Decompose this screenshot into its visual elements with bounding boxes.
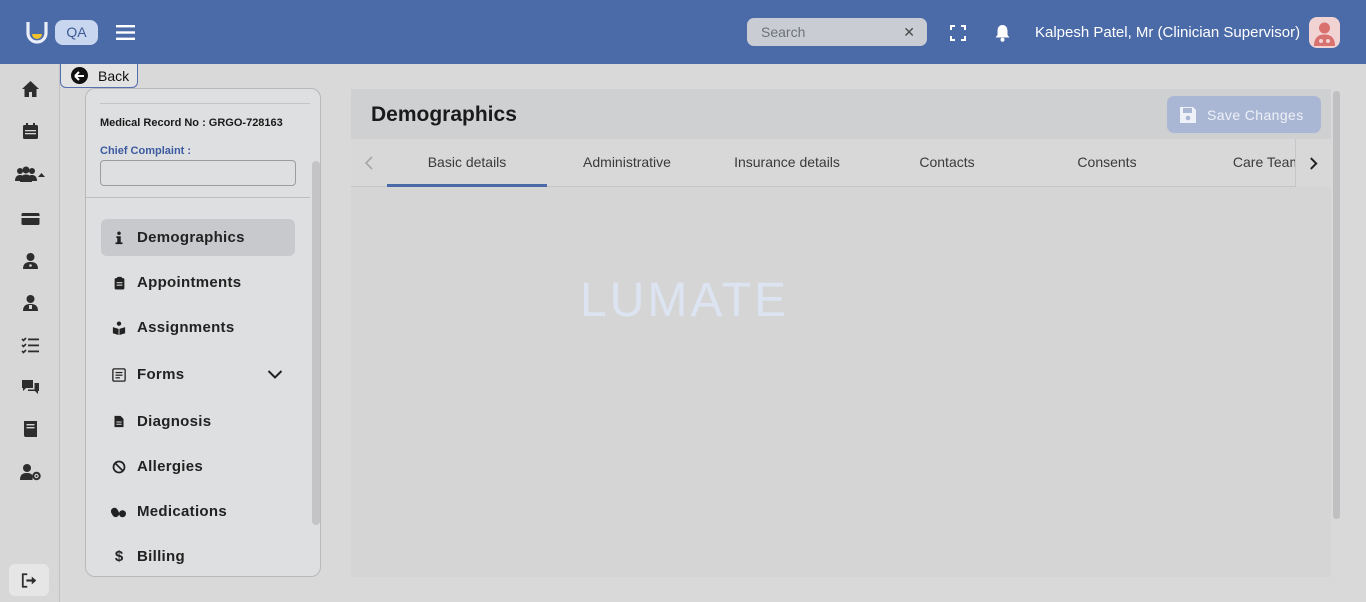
side-panel-scrollbar[interactable] — [312, 161, 320, 525]
tab-scroll-right[interactable] — [1295, 139, 1331, 187]
ban-icon — [111, 459, 127, 475]
app-logo-icon[interactable] — [26, 20, 48, 44]
rail-tasks[interactable] — [0, 327, 60, 363]
arrow-left-icon — [71, 67, 88, 84]
document-icon — [111, 414, 127, 430]
tab-administrative[interactable]: Administrative — [547, 139, 707, 187]
home-icon — [21, 81, 39, 97]
tab-insurance-details[interactable]: Insurance details — [707, 139, 867, 187]
search-input[interactable] — [747, 18, 897, 46]
medical-record-number: Medical Record No : GRGO-728163 — [100, 117, 283, 129]
top-bar: QA ✕ Kalpesh Patel, Mr (Clinician Superv… — [0, 0, 1366, 64]
user-avatar-icon — [1314, 22, 1335, 46]
nav-item-billing[interactable]: $ Billing — [101, 538, 295, 575]
fullscreen-icon[interactable] — [950, 25, 966, 41]
search-box: ✕ — [747, 18, 927, 46]
main-content-card: Demographics Save Changes Basic details … — [351, 89, 1331, 577]
tab-contacts[interactable]: Contacts — [867, 139, 1027, 187]
save-changes-button[interactable]: Save Changes — [1167, 96, 1321, 133]
patient-side-panel: Medical Record No : GRGO-728163 Chief Co… — [85, 88, 321, 577]
page-title: Demographics — [371, 103, 517, 126]
icon-rail — [0, 64, 60, 602]
nav-item-label: Allergies — [137, 458, 204, 475]
nav-item-medications[interactable]: Medications — [101, 493, 295, 530]
divider — [86, 197, 310, 198]
chief-complaint-label: Chief Complaint : — [100, 145, 192, 157]
rail-patients[interactable] — [0, 157, 60, 193]
calendar-icon — [22, 123, 38, 139]
demographics-tabs: Basic details Administrative Insurance d… — [351, 139, 1331, 187]
nav-item-label: Diagnosis — [137, 413, 212, 430]
nav-item-demographics[interactable]: Demographics — [101, 219, 295, 256]
chief-complaint-input[interactable] — [100, 160, 296, 186]
main-header: Demographics Save Changes — [351, 89, 1331, 139]
rail-staff[interactable] — [0, 285, 60, 321]
info-icon — [111, 230, 127, 246]
nav-item-assignments[interactable]: Assignments — [101, 309, 295, 346]
clinician-icon — [22, 253, 38, 269]
staff-icon — [22, 295, 38, 311]
nav-item-label: Forms — [137, 366, 185, 383]
logout-button[interactable] — [9, 564, 49, 596]
save-icon — [1180, 106, 1196, 123]
dollar-icon: $ — [114, 548, 124, 565]
nav-item-label: Appointments — [137, 274, 242, 291]
nav-item-label: Medications — [137, 503, 227, 520]
rail-calendar[interactable] — [0, 113, 60, 149]
user-settings-icon — [19, 464, 41, 481]
rail-clinicians[interactable] — [0, 243, 60, 279]
assignments-icon — [111, 320, 127, 336]
nav-item-appointments[interactable]: Appointments — [101, 264, 295, 301]
logout-icon — [21, 572, 36, 588]
chat-icon — [21, 380, 39, 394]
watermark-logo: LUMATE — [580, 274, 790, 327]
rail-library[interactable] — [0, 411, 60, 447]
billing-card-icon — [21, 213, 39, 225]
chevron-right-icon — [1310, 156, 1318, 170]
rail-home[interactable] — [0, 71, 60, 107]
environment-badge: QA — [55, 20, 98, 45]
task-list-icon — [20, 337, 39, 354]
nav-item-label: Billing — [137, 548, 185, 565]
tab-consents[interactable]: Consents — [1027, 139, 1187, 187]
nav-item-label: Demographics — [137, 229, 245, 246]
avatar[interactable] — [1309, 17, 1340, 48]
chevron-down-icon[interactable] — [267, 367, 283, 381]
pills-icon — [111, 504, 127, 520]
save-changes-label: Save Changes — [1207, 106, 1304, 123]
rail-billing[interactable] — [0, 201, 60, 237]
form-icon — [111, 367, 127, 383]
menu-icon[interactable] — [116, 24, 135, 41]
nav-item-allergies[interactable]: Allergies — [101, 448, 295, 485]
nav-item-label: Assignments — [137, 319, 235, 336]
clipboard-icon — [111, 275, 127, 291]
main-scrollbar[interactable] — [1333, 91, 1340, 519]
patients-icon — [15, 166, 45, 182]
user-name[interactable]: Kalpesh Patel, Mr (Clinician Supervisor) — [1035, 24, 1300, 41]
back-button[interactable]: Back — [60, 64, 138, 88]
rail-chat[interactable] — [0, 369, 60, 405]
notification-bell-icon[interactable] — [994, 24, 1011, 42]
nav-item-diagnosis[interactable]: Diagnosis — [101, 403, 295, 440]
tab-scroll-left-icon[interactable] — [359, 155, 379, 171]
back-label: Back — [98, 67, 130, 84]
nav-item-forms[interactable]: Forms — [101, 356, 295, 393]
divider — [100, 103, 310, 104]
book-icon — [23, 421, 37, 437]
tab-basic-details[interactable]: Basic details — [387, 139, 547, 187]
rail-user-settings[interactable] — [0, 454, 60, 490]
clear-search-icon[interactable]: ✕ — [903, 24, 915, 41]
